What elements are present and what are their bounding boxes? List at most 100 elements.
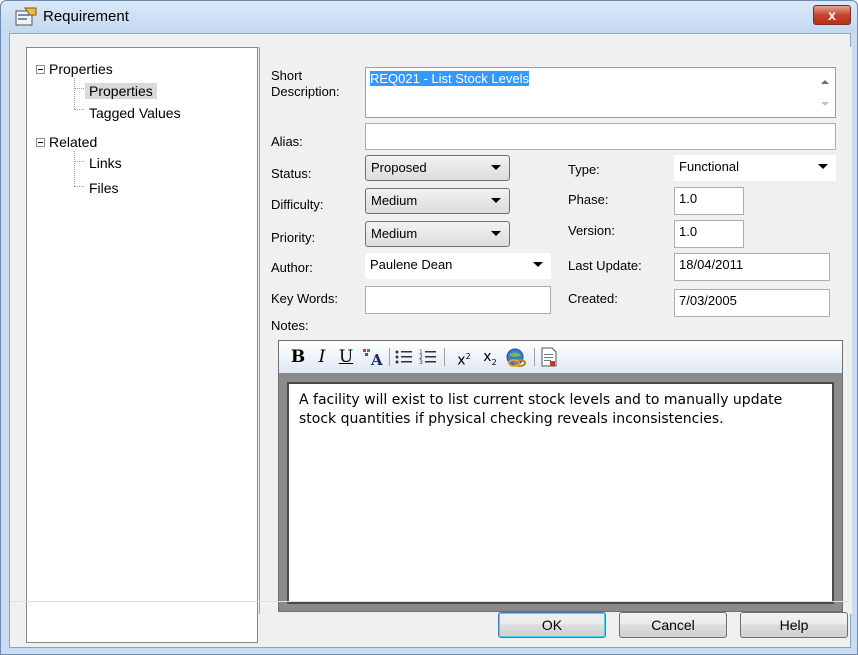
close-button[interactable]: x: [813, 5, 851, 25]
last-update-value: 18/04/2011: [679, 257, 744, 272]
requirement-dialog: Requirement x Properties Properties Tagg…: [0, 0, 858, 655]
scroll-down-icon[interactable]: [821, 102, 829, 106]
title-bar[interactable]: Requirement x: [1, 1, 857, 33]
requirement-icon: [15, 7, 37, 26]
type-label: Type:: [568, 162, 600, 177]
tree-node-related-group[interactable]: Related: [49, 132, 97, 152]
version-value: 1.0: [679, 224, 698, 239]
created-label: Created:: [568, 291, 618, 306]
tree-node-properties-group[interactable]: Properties: [49, 59, 113, 79]
help-button[interactable]: Help: [740, 612, 848, 638]
footer-separator: [10, 601, 850, 602]
notes-text: A facility will exist to list current st…: [299, 392, 783, 427]
notes-toolbar: B I U A 1 2 3 x2 x2: [279, 341, 842, 373]
bold-label: B: [290, 347, 306, 367]
cancel-button[interactable]: Cancel: [619, 612, 727, 638]
author-label: Author:: [271, 260, 313, 275]
notes-label: Notes:: [271, 318, 309, 333]
subscript-2: 2: [491, 357, 497, 367]
bullet-list-icon[interactable]: [395, 349, 413, 365]
tree-connector: [74, 161, 84, 162]
italic-label: I: [318, 347, 326, 367]
alias-field[interactable]: [365, 123, 836, 150]
tree-node-label: Links: [89, 155, 122, 171]
phase-label: Phase:: [568, 192, 609, 207]
chevron-down-icon: [491, 165, 501, 170]
chevron-down-icon: [491, 198, 501, 203]
bold-button[interactable]: B: [288, 346, 308, 368]
keywords-field[interactable]: [365, 286, 551, 314]
scrollbar[interactable]: [816, 70, 833, 116]
created-field[interactable]: 7/03/2005: [674, 289, 830, 317]
tree-connector: [74, 151, 75, 186]
tree-node-links[interactable]: Links: [89, 153, 122, 173]
notes-editor: B I U A 1 2 3 x2 x2 A facility will exis…: [278, 340, 843, 612]
tree-connector: [74, 186, 84, 187]
author-dropdown[interactable]: Paulene Dean: [365, 253, 551, 279]
tree-node-label: Tagged Values: [89, 105, 181, 121]
last-update-label: Last Update:: [568, 258, 642, 273]
type-value: Functional: [679, 159, 739, 174]
status-value: Proposed: [371, 160, 427, 175]
version-field[interactable]: 1.0: [674, 220, 744, 248]
numbered-list-icon[interactable]: 1 2 3: [419, 348, 437, 366]
scroll-up-icon[interactable]: [821, 80, 829, 84]
tree-node-tagged-values[interactable]: Tagged Values: [89, 103, 181, 123]
difficulty-value: Medium: [371, 193, 418, 208]
status-label: Status:: [271, 166, 312, 181]
superscript-x: x: [457, 352, 466, 369]
toolbar-separator: [444, 348, 445, 366]
alias-label: Alias:: [271, 134, 303, 149]
notes-text-area[interactable]: A facility will exist to list current st…: [287, 382, 834, 604]
underline-button[interactable]: U: [336, 346, 356, 368]
created-value: 7/03/2005: [679, 293, 737, 308]
status-dropdown[interactable]: Proposed: [365, 155, 510, 181]
navigation-tree[interactable]: Properties Properties Tagged Values Rela…: [26, 47, 258, 643]
tree-node-label: Related: [49, 134, 98, 150]
font-color-icon[interactable]: A: [362, 348, 384, 368]
window-title: Requirement: [43, 8, 129, 25]
superscript-2: 2: [465, 352, 471, 361]
subscript-x: x: [483, 349, 492, 365]
toolbar-separator: [534, 348, 535, 366]
priority-dropdown[interactable]: Medium: [365, 221, 510, 247]
phase-value: 1.0: [679, 191, 698, 206]
collapse-icon[interactable]: [36, 138, 45, 147]
tree-node-files[interactable]: Files: [89, 178, 119, 198]
chevron-down-icon: [491, 231, 501, 236]
subscript-button[interactable]: x2: [478, 346, 502, 368]
priority-value: Medium: [371, 226, 418, 241]
last-update-field[interactable]: 18/04/2011: [674, 253, 830, 281]
difficulty-label: Difficulty:: [271, 197, 324, 212]
difficulty-dropdown[interactable]: Medium: [365, 188, 510, 214]
italic-button[interactable]: I: [312, 346, 332, 368]
tree-node-label: Properties: [49, 61, 113, 77]
tree-connector: [74, 109, 84, 110]
properties-panel: Short Description: REQ021 - List Stock L…: [262, 47, 852, 614]
tree-node-properties[interactable]: Properties: [85, 81, 157, 101]
short-description-field[interactable]: REQ021 - List Stock Levels: [365, 67, 836, 118]
version-label: Version:: [568, 223, 615, 238]
superscript-button[interactable]: x2: [452, 346, 476, 369]
priority-label: Priority:: [271, 230, 316, 245]
short-description-value: REQ021 - List Stock Levels: [370, 71, 529, 86]
author-value: Paulene Dean: [370, 257, 453, 272]
type-dropdown[interactable]: Functional: [674, 155, 836, 181]
phase-field[interactable]: 1.0: [674, 187, 744, 215]
svg-text:3: 3: [419, 359, 423, 366]
svg-text:A: A: [370, 351, 383, 368]
tree-node-label: Properties: [85, 83, 157, 99]
hyperlink-icon[interactable]: [505, 347, 527, 368]
tree-node-label: Files: [89, 180, 119, 196]
keywords-label: Key Words:: [271, 291, 338, 306]
close-icon: x: [828, 7, 836, 23]
chevron-down-icon: [533, 262, 543, 267]
toolbar-separator: [389, 348, 390, 366]
underline-label: U: [338, 347, 354, 367]
dialog-client-area: Properties Properties Tagged Values Rela…: [9, 33, 852, 648]
collapse-icon[interactable]: [36, 65, 45, 74]
document-icon[interactable]: [541, 347, 557, 367]
ok-button[interactable]: OK: [498, 612, 606, 638]
chevron-down-icon: [818, 164, 828, 169]
tree-connector: [74, 78, 75, 109]
